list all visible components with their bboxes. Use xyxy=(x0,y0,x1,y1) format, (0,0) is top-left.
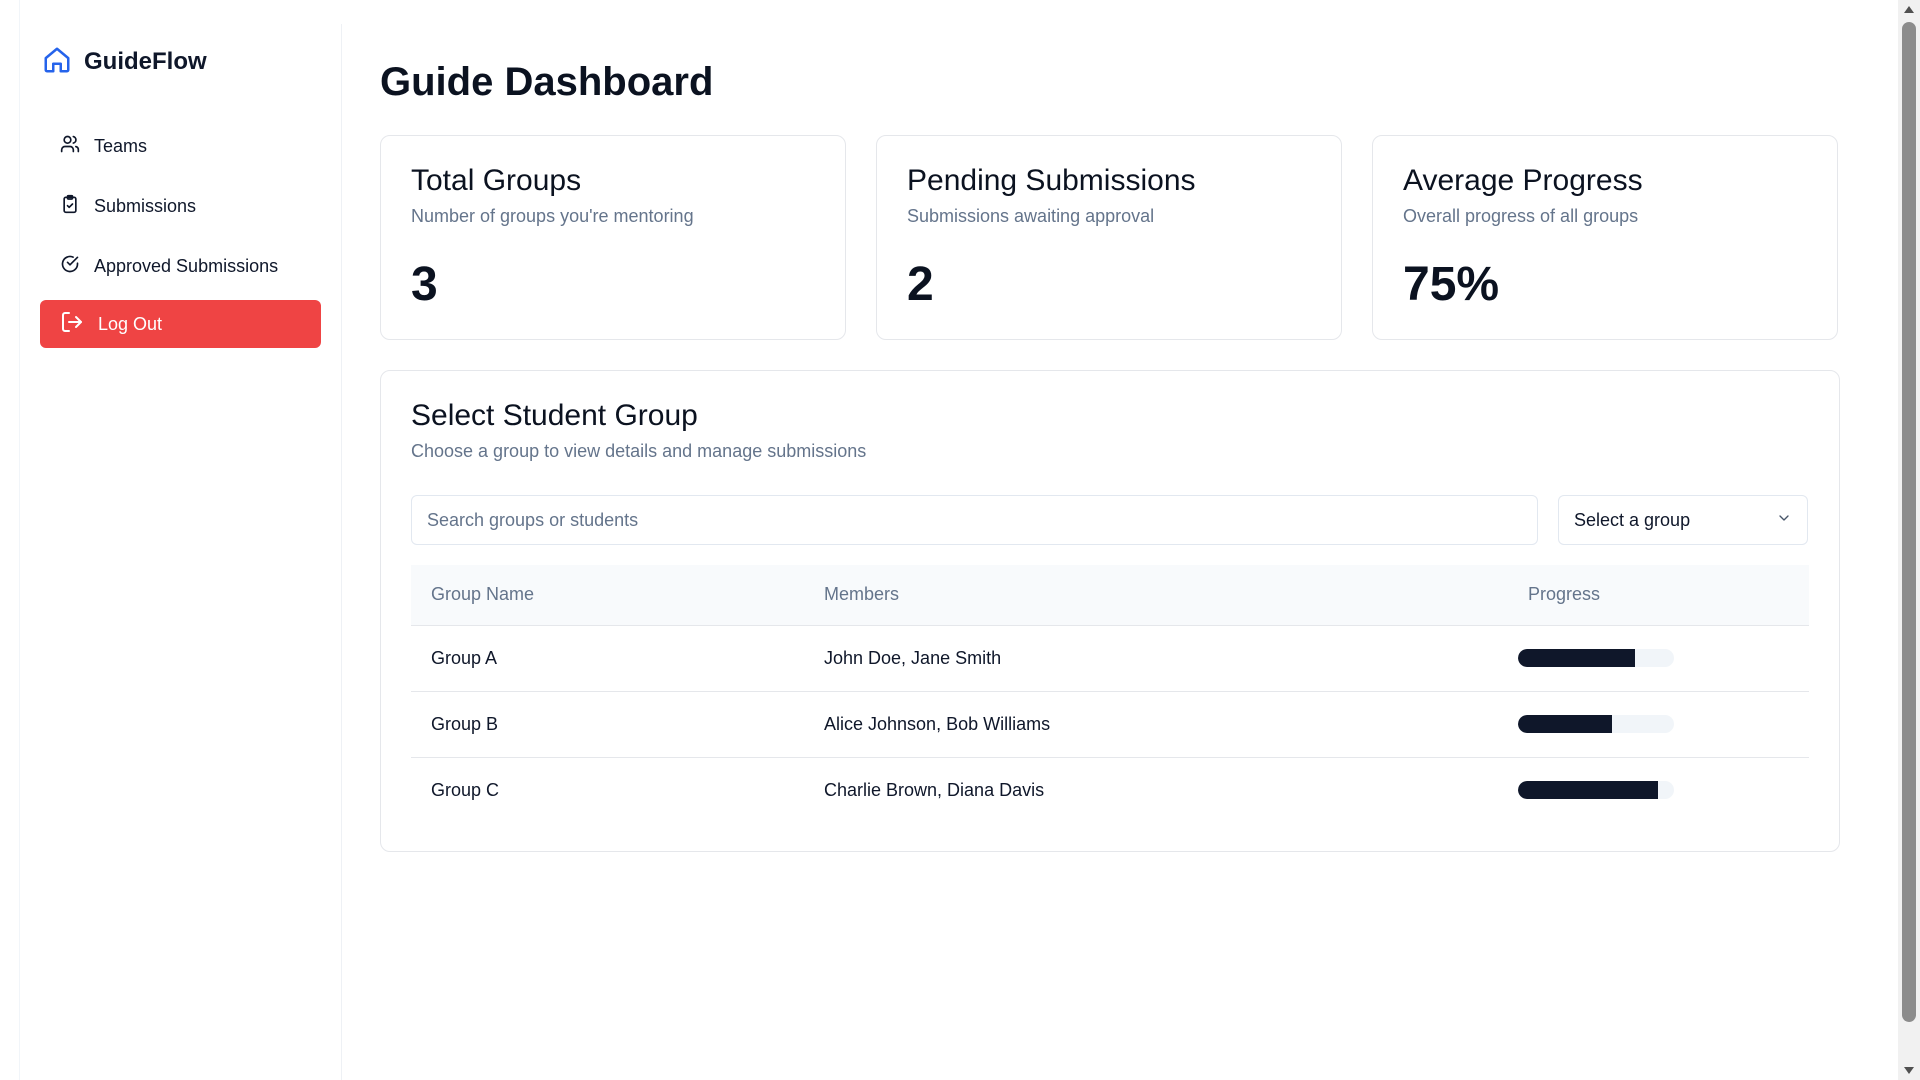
sidebar-nav: Teams Submissions Approved Submissions L… xyxy=(40,122,321,348)
stat-card-title: Total Groups xyxy=(411,164,582,197)
search-input[interactable] xyxy=(411,495,1538,545)
vertical-scrollbar[interactable] xyxy=(1898,0,1920,1080)
progress-cell xyxy=(1508,625,1809,691)
users-icon xyxy=(60,134,80,159)
group-name-cell: Group B xyxy=(431,713,499,734)
page-title: Guide Dashboard xyxy=(380,60,714,104)
log-out-icon xyxy=(60,310,84,339)
panel-subtitle: Choose a group to view details and manag… xyxy=(411,441,867,461)
members-cell: Charlie Brown, Diana Davis xyxy=(824,779,1045,800)
sidebar-item-teams[interactable]: Teams xyxy=(40,122,321,170)
column-header-progress[interactable]: Progress xyxy=(1508,565,1809,625)
sidebar-item-label: Approved Submissions xyxy=(94,255,279,276)
stat-card-total-groups: Total Groups Number of groups you're men… xyxy=(380,135,846,340)
sidebar-item-submissions[interactable]: Submissions xyxy=(40,182,321,230)
progress-bar-fill xyxy=(1518,781,1659,800)
progress-cell xyxy=(1508,691,1809,757)
table-row[interactable]: Group A John Doe, Jane Smith xyxy=(411,625,1809,691)
stat-card-subtitle: Submissions awaiting approval xyxy=(907,206,1155,226)
panel-title: Select Student Group xyxy=(411,399,698,432)
panel-controls: Select a group xyxy=(411,495,1809,545)
brand[interactable]: GuideFlow xyxy=(40,42,321,82)
stat-card-subtitle: Number of groups you're mentoring xyxy=(411,206,694,226)
progress-bar xyxy=(1518,715,1674,733)
brand-name: GuideFlow xyxy=(84,48,207,75)
scroll-up-arrow-icon[interactable] xyxy=(1904,6,1914,13)
student-group-panel: Select Student Group Choose a group to v… xyxy=(380,370,1840,852)
stat-cards: Total Groups Number of groups you're men… xyxy=(380,135,1840,340)
group-select[interactable]: Select a group xyxy=(1558,495,1808,545)
main-content: Guide Dashboard Total Groups Number of g… xyxy=(380,0,1840,1080)
table-header-row: Group Name Members Progress xyxy=(411,565,1809,625)
members-cell: Alice Johnson, Bob Williams xyxy=(824,713,1051,734)
group-name-cell: Group A xyxy=(431,647,498,668)
scroll-down-arrow-icon[interactable] xyxy=(1904,1067,1914,1074)
sidebar-item-approved-submissions[interactable]: Approved Submissions xyxy=(40,242,321,290)
column-header-group-name[interactable]: Group Name xyxy=(411,565,804,625)
clipboard-check-icon xyxy=(60,194,80,219)
stat-card-value: 75% xyxy=(1403,258,1500,311)
chevron-down-icon xyxy=(1776,510,1792,531)
progress-bar-fill xyxy=(1518,649,1635,667)
progress-cell xyxy=(1508,757,1809,823)
stat-card-average-progress: Average Progress Overall progress of all… xyxy=(1372,135,1838,340)
sidebar-item-label: Teams xyxy=(94,135,148,156)
window-edge xyxy=(0,0,20,1080)
stat-card-value: 2 xyxy=(907,258,934,311)
check-circle-icon xyxy=(60,254,80,279)
app: GuideFlow Teams Submissions Approved Sub… xyxy=(0,0,1898,1080)
progress-bar xyxy=(1518,649,1674,667)
sidebar-item-label: Submissions xyxy=(94,195,197,216)
stat-card-value: 3 xyxy=(411,258,438,311)
sidebar: GuideFlow Teams Submissions Approved Sub… xyxy=(20,24,342,1080)
stat-card-pending-submissions: Pending Submissions Submissions awaiting… xyxy=(876,135,1342,340)
progress-bar-fill xyxy=(1518,715,1612,733)
logout-button[interactable]: Log Out xyxy=(40,300,321,348)
group-select-value: Select a group xyxy=(1574,509,1691,530)
table-row[interactable]: Group C Charlie Brown, Diana Davis xyxy=(411,757,1809,823)
progress-bar xyxy=(1518,781,1674,800)
scrollbar-thumb[interactable] xyxy=(1902,22,1916,1022)
home-icon xyxy=(42,45,72,80)
members-cell: John Doe, Jane Smith xyxy=(824,647,1002,668)
table-row[interactable]: Group B Alice Johnson, Bob Williams xyxy=(411,691,1809,757)
stat-card-title: Average Progress xyxy=(1403,164,1643,197)
stat-card-title: Pending Submissions xyxy=(907,164,1196,197)
column-header-members[interactable]: Members xyxy=(804,565,1508,625)
stat-card-subtitle: Overall progress of all groups xyxy=(1403,206,1639,226)
group-name-cell: Group C xyxy=(431,779,500,800)
logout-label: Log Out xyxy=(98,313,163,334)
groups-table: Group Name Members Progress Group A John… xyxy=(411,565,1809,823)
